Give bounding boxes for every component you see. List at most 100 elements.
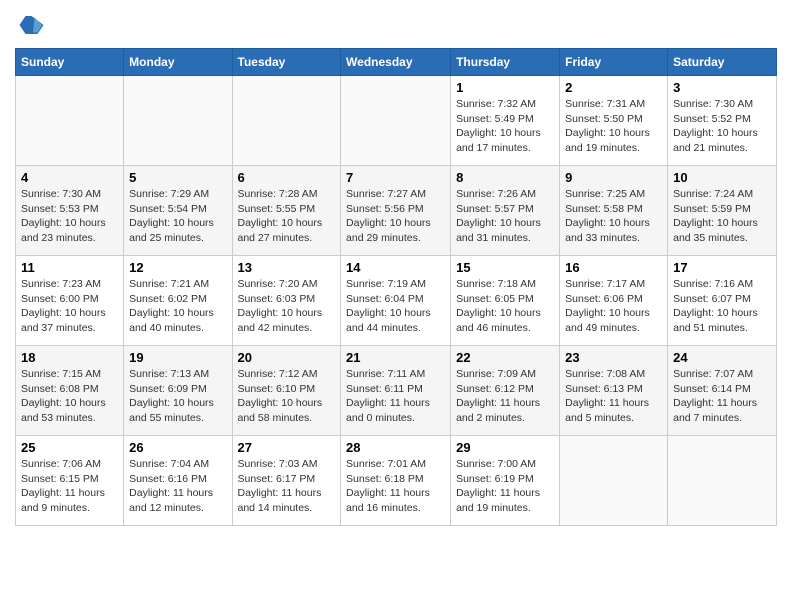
day-cell: 8 Sunrise: 7:26 AMSunset: 5:57 PMDaylight…	[451, 166, 560, 256]
day-cell	[16, 76, 124, 166]
day-number: 8	[456, 170, 554, 185]
day-number: 11	[21, 260, 118, 275]
day-number: 25	[21, 440, 118, 455]
day-cell: 26 Sunrise: 7:04 AMSunset: 6:16 PMDayligh…	[124, 436, 232, 526]
day-cell: 3 Sunrise: 7:30 AMSunset: 5:52 PMDaylight…	[668, 76, 777, 166]
day-info: Sunrise: 7:16 AMSunset: 6:07 PMDaylight:…	[673, 277, 771, 336]
day-number: 15	[456, 260, 554, 275]
day-info: Sunrise: 7:18 AMSunset: 6:05 PMDaylight:…	[456, 277, 554, 336]
day-cell	[341, 76, 451, 166]
day-cell: 15 Sunrise: 7:18 AMSunset: 6:05 PMDayligh…	[451, 256, 560, 346]
week-row-4: 18 Sunrise: 7:15 AMSunset: 6:08 PMDayligh…	[16, 346, 777, 436]
day-number: 24	[673, 350, 771, 365]
day-number: 6	[238, 170, 336, 185]
day-cell: 13 Sunrise: 7:20 AMSunset: 6:03 PMDayligh…	[232, 256, 341, 346]
day-cell: 27 Sunrise: 7:03 AMSunset: 6:17 PMDayligh…	[232, 436, 341, 526]
day-number: 14	[346, 260, 445, 275]
column-header-friday: Friday	[560, 49, 668, 76]
day-info: Sunrise: 7:24 AMSunset: 5:59 PMDaylight:…	[673, 187, 771, 246]
column-header-thursday: Thursday	[451, 49, 560, 76]
day-info: Sunrise: 7:17 AMSunset: 6:06 PMDaylight:…	[565, 277, 662, 336]
day-info: Sunrise: 7:23 AMSunset: 6:00 PMDaylight:…	[21, 277, 118, 336]
day-number: 3	[673, 80, 771, 95]
day-cell: 7Sunrise: 7:27 AMSunset: 5:56 PMDaylight…	[341, 166, 451, 256]
day-info: Sunrise: 7:26 AMSunset: 5:57 PMDaylight:…	[456, 187, 554, 246]
day-info: Sunrise: 7:32 AMSunset: 5:49 PMDaylight:…	[456, 97, 554, 156]
column-header-tuesday: Tuesday	[232, 49, 341, 76]
day-cell: 2 Sunrise: 7:31 AMSunset: 5:50 PMDaylight…	[560, 76, 668, 166]
day-info: Sunrise: 7:04 AMSunset: 6:16 PMDaylight:…	[129, 457, 226, 516]
day-cell: 17 Sunrise: 7:16 AMSunset: 6:07 PMDayligh…	[668, 256, 777, 346]
column-header-sunday: Sunday	[16, 49, 124, 76]
day-number: 17	[673, 260, 771, 275]
page-header	[15, 10, 777, 40]
day-cell: 14 Sunrise: 7:19 AMSunset: 6:04 PMDayligh…	[341, 256, 451, 346]
day-cell: 22 Sunrise: 7:09 AMSunset: 6:12 PMDayligh…	[451, 346, 560, 436]
day-number: 1	[456, 80, 554, 95]
day-info: Sunrise: 7:31 AMSunset: 5:50 PMDaylight:…	[565, 97, 662, 156]
day-cell: 28 Sunrise: 7:01 AMSunset: 6:18 PMDayligh…	[341, 436, 451, 526]
day-cell: 24 Sunrise: 7:07 AMSunset: 6:14 PMDayligh…	[668, 346, 777, 436]
column-header-saturday: Saturday	[668, 49, 777, 76]
day-number: 22	[456, 350, 554, 365]
day-info: Sunrise: 7:20 AMSunset: 6:03 PMDaylight:…	[238, 277, 336, 336]
day-info: Sunrise: 7:06 AMSunset: 6:15 PMDaylight:…	[21, 457, 118, 516]
day-cell: 29 Sunrise: 7:00 AMSunset: 6:19 PMDayligh…	[451, 436, 560, 526]
day-number: 16	[565, 260, 662, 275]
header-row: SundayMondayTuesdayWednesdayThursdayFrid…	[16, 49, 777, 76]
day-number: 12	[129, 260, 226, 275]
day-info: Sunrise: 7:12 AMSunset: 6:10 PMDaylight:…	[238, 367, 336, 426]
calendar-table: SundayMondayTuesdayWednesdayThursdayFrid…	[15, 48, 777, 526]
day-info: Sunrise: 7:28 AMSunset: 5:55 PMDaylight:…	[238, 187, 336, 246]
day-number: 20	[238, 350, 336, 365]
day-cell	[124, 76, 232, 166]
day-cell: 18 Sunrise: 7:15 AMSunset: 6:08 PMDayligh…	[16, 346, 124, 436]
day-cell: 20 Sunrise: 7:12 AMSunset: 6:10 PMDayligh…	[232, 346, 341, 436]
logo	[15, 10, 49, 40]
week-row-2: 4Sunrise: 7:30 AMSunset: 5:53 PMDaylight…	[16, 166, 777, 256]
day-number: 19	[129, 350, 226, 365]
day-info: Sunrise: 7:15 AMSunset: 6:08 PMDaylight:…	[21, 367, 118, 426]
week-row-5: 25 Sunrise: 7:06 AMSunset: 6:15 PMDayligh…	[16, 436, 777, 526]
column-header-wednesday: Wednesday	[341, 49, 451, 76]
day-number: 5	[129, 170, 226, 185]
day-cell	[668, 436, 777, 526]
column-header-monday: Monday	[124, 49, 232, 76]
day-cell: 19 Sunrise: 7:13 AMSunset: 6:09 PMDayligh…	[124, 346, 232, 436]
day-cell: 21 Sunrise: 7:11 AMSunset: 6:11 PMDayligh…	[341, 346, 451, 436]
day-number: 29	[456, 440, 554, 455]
day-cell: 25 Sunrise: 7:06 AMSunset: 6:15 PMDayligh…	[16, 436, 124, 526]
day-number: 26	[129, 440, 226, 455]
day-info: Sunrise: 7:25 AMSunset: 5:58 PMDaylight:…	[565, 187, 662, 246]
day-cell: 5 Sunrise: 7:29 AMSunset: 5:54 PMDaylight…	[124, 166, 232, 256]
day-cell: 10 Sunrise: 7:24 AMSunset: 5:59 PMDayligh…	[668, 166, 777, 256]
day-info: Sunrise: 7:07 AMSunset: 6:14 PMDaylight:…	[673, 367, 771, 426]
day-info: Sunrise: 7:19 AMSunset: 6:04 PMDaylight:…	[346, 277, 445, 336]
day-info: Sunrise: 7:09 AMSunset: 6:12 PMDaylight:…	[456, 367, 554, 426]
day-info: Sunrise: 7:01 AMSunset: 6:18 PMDaylight:…	[346, 457, 445, 516]
day-info: Sunrise: 7:30 AMSunset: 5:52 PMDaylight:…	[673, 97, 771, 156]
day-cell: 9 Sunrise: 7:25 AMSunset: 5:58 PMDaylight…	[560, 166, 668, 256]
day-info: Sunrise: 7:30 AMSunset: 5:53 PMDaylight:…	[21, 187, 118, 246]
day-info: Sunrise: 7:13 AMSunset: 6:09 PMDaylight:…	[129, 367, 226, 426]
day-cell: 6 Sunrise: 7:28 AMSunset: 5:55 PMDaylight…	[232, 166, 341, 256]
day-info: Sunrise: 7:29 AMSunset: 5:54 PMDaylight:…	[129, 187, 226, 246]
day-number: 27	[238, 440, 336, 455]
day-info: Sunrise: 7:00 AMSunset: 6:19 PMDaylight:…	[456, 457, 554, 516]
day-cell	[232, 76, 341, 166]
day-cell: 1 Sunrise: 7:32 AMSunset: 5:49 PMDaylight…	[451, 76, 560, 166]
day-number: 18	[21, 350, 118, 365]
day-cell: 16 Sunrise: 7:17 AMSunset: 6:06 PMDayligh…	[560, 256, 668, 346]
day-info: Sunrise: 7:03 AMSunset: 6:17 PMDaylight:…	[238, 457, 336, 516]
week-row-1: 1 Sunrise: 7:32 AMSunset: 5:49 PMDaylight…	[16, 76, 777, 166]
day-number: 13	[238, 260, 336, 275]
day-info: Sunrise: 7:08 AMSunset: 6:13 PMDaylight:…	[565, 367, 662, 426]
day-number: 10	[673, 170, 771, 185]
day-info: Sunrise: 7:11 AMSunset: 6:11 PMDaylight:…	[346, 367, 445, 426]
day-number: 9	[565, 170, 662, 185]
day-cell: 11 Sunrise: 7:23 AMSunset: 6:00 PMDayligh…	[16, 256, 124, 346]
day-number: 28	[346, 440, 445, 455]
day-number: 2	[565, 80, 662, 95]
day-cell	[560, 436, 668, 526]
day-number: 21	[346, 350, 445, 365]
